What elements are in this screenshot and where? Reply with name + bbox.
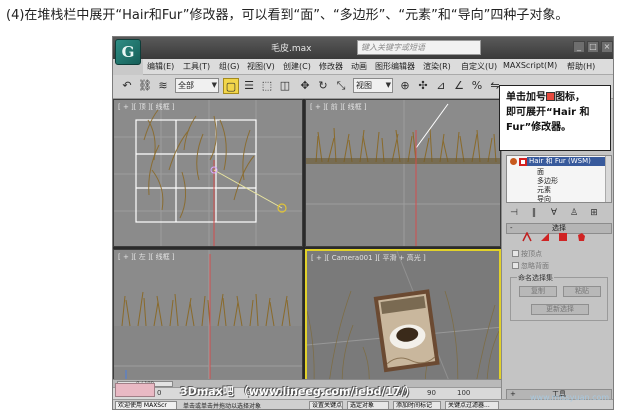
stack-item-face[interactable]: 面 xyxy=(537,168,544,177)
make-unique-icon[interactable]: ∀ xyxy=(548,207,560,219)
corner-watermark: www.missyuan.com xyxy=(530,393,610,402)
viewport-label-left: [ + ][ 左 ][ 线框 ] xyxy=(118,253,175,261)
viewport-left[interactable]: [ + ][ 左 ][ 线框 ] xyxy=(113,249,303,399)
viewport-front[interactable]: [ + ][ 前 ][ 线框 ] xyxy=(305,99,501,247)
copy-button[interactable]: 复制 xyxy=(519,286,557,297)
minimize-button[interactable]: _ xyxy=(573,41,585,53)
lightbulb-icon[interactable] xyxy=(510,158,517,165)
set-key-button[interactable]: 设置关键点 xyxy=(309,401,343,409)
chevron-down-icon: ▼ xyxy=(211,81,217,89)
by-vertex-checkbox[interactable]: 按顶点 xyxy=(512,249,542,259)
ignore-backfacing-checkbox[interactable]: 忽略背面 xyxy=(512,261,549,271)
undo-icon[interactable]: ↶ xyxy=(119,78,135,94)
move-icon[interactable]: ✥ xyxy=(297,78,313,94)
stack-item-polygon[interactable]: 多边形 xyxy=(537,177,558,186)
guide-subobject-icon[interactable] xyxy=(522,232,532,242)
subobject-selector xyxy=(516,231,602,245)
close-button[interactable]: × xyxy=(601,41,613,53)
menu-edit[interactable]: 编辑(E) xyxy=(147,61,174,72)
menu-view[interactable]: 视图(V) xyxy=(247,61,275,72)
window-title: 毛皮.max xyxy=(271,44,312,54)
status-prompt: 单击或单击并拖动以选择对象 xyxy=(183,403,262,410)
stack-scrollbar[interactable] xyxy=(605,156,611,202)
viewport-camera[interactable]: [ + ][ Camera001 ][ 平滑 + 高光 ] xyxy=(305,249,501,399)
menu-rendering[interactable]: 渲染(R) xyxy=(423,61,451,72)
plus-icon xyxy=(546,92,555,101)
viewport-label-front: [ + ][ 前 ][ 线框 ] xyxy=(310,103,367,111)
face-subobject-icon[interactable] xyxy=(540,232,550,242)
instruction-caption: (4)在堆栈栏中展开“Hair和Fur”修改器，可以看到“面”、“多边形”、“元… xyxy=(6,8,569,23)
viewport-area: [ + ][ 顶 ][ 线框 ] [+][前][线框] [+][… xyxy=(113,99,501,399)
viewport-label-camera: [ + ][ Camera001 ][ 平滑 + 高光 ] xyxy=(311,254,426,262)
app-logo-icon[interactable]: G xyxy=(115,39,141,65)
add-time-tag-button[interactable]: 添加时间标记 xyxy=(393,401,441,409)
window-crossing-icon[interactable]: ◫ xyxy=(277,78,293,94)
paste-button[interactable]: 粘贴 xyxy=(563,286,601,297)
expand-plus-icon[interactable] xyxy=(519,158,527,166)
maxscript-listener-box[interactable] xyxy=(115,383,155,397)
modifier-stack: Hair 和 Fur (WSM) 面 多边形 元素 导向 xyxy=(506,155,612,203)
3dsmax-window: 毛皮.max 键入关键字或短语 _ □ × G 编辑(E) 工具(T) 组(G)… xyxy=(112,36,614,410)
polygon-subobject-icon[interactable] xyxy=(558,232,568,242)
site-watermark: 3Dmax吧 （www.lineeg.com/iebd/17/） xyxy=(180,385,416,398)
menu-graph-editors[interactable]: 图形编辑器 xyxy=(375,61,415,72)
viewport-top[interactable]: [ + ][ 顶 ][ 线框 ] xyxy=(113,99,303,247)
camera-view-scene xyxy=(307,251,499,397)
menu-help[interactable]: 帮助(H) xyxy=(567,61,595,72)
top-view-scene xyxy=(114,100,302,246)
rotate-icon[interactable]: ↻ xyxy=(315,78,331,94)
named-selection-group: 命名选择集 复制 粘贴 更新选择 xyxy=(510,273,608,321)
search-input[interactable]: 键入关键字或短语 xyxy=(357,40,481,55)
manipulate-icon[interactable]: ✣ xyxy=(415,78,431,94)
bind-space-warp-icon[interactable]: ≋ xyxy=(155,78,171,94)
stack-item-element[interactable]: 元素 xyxy=(537,186,551,195)
front-view-scene xyxy=(306,100,500,246)
pivot-center-icon[interactable]: ⊕ xyxy=(397,78,413,94)
reference-coordinate-dropdown[interactable]: 视图 ▼ xyxy=(353,78,393,93)
remove-modifier-icon[interactable]: ♙ xyxy=(568,207,580,219)
menu-modifiers[interactable]: 修改器 xyxy=(319,61,343,72)
link-icon[interactable]: ⛓ xyxy=(137,78,153,94)
snap-toggle-icon[interactable]: ⊿ xyxy=(433,78,449,94)
title-bar: 毛皮.max 键入关键字或短语 _ □ × xyxy=(113,37,613,59)
menu-bar: 编辑(E) 工具(T) 组(G) 视图(V) 创建(C) 修改器 动画 图形编辑… xyxy=(143,59,613,75)
selected-dropdown[interactable]: 选定对象 xyxy=(347,401,389,409)
menu-maxscript[interactable]: MAXScript(M) xyxy=(503,61,557,70)
selection-filter-dropdown[interactable]: 全部 ▼ xyxy=(175,78,219,93)
stack-item-guide[interactable]: 导向 xyxy=(537,195,551,202)
configure-sets-icon[interactable]: ⊞ xyxy=(588,207,600,219)
chevron-down-icon: ▼ xyxy=(385,81,391,89)
maxscript-mini-listener[interactable]: 欢迎使用 MAXScr xyxy=(115,401,177,409)
menu-tools[interactable]: 工具(T) xyxy=(183,61,210,72)
select-object-icon[interactable]: ▢ xyxy=(223,78,239,94)
maximize-button[interactable]: □ xyxy=(587,41,599,53)
percent-snap-icon[interactable]: % xyxy=(469,78,485,94)
left-view-scene xyxy=(114,250,302,398)
key-filters-button[interactable]: 关键点过滤器... xyxy=(445,401,499,409)
tip-callout: 单击加号 图标， 即可展开“Hair 和 Fur”修改器。 xyxy=(499,85,611,151)
viewport-label-top: [ + ][ 顶 ][ 线框 ] xyxy=(118,103,175,111)
scale-icon[interactable]: ⤡ xyxy=(333,78,349,94)
show-end-result-icon[interactable]: ‖ xyxy=(528,207,540,219)
menu-animation[interactable]: 动画 xyxy=(351,61,367,72)
angle-snap-icon[interactable]: ∠ xyxy=(451,78,467,94)
menu-customize[interactable]: 自定义(U) xyxy=(461,61,497,72)
stack-item-hair-fur[interactable]: Hair 和 Fur (WSM) xyxy=(527,157,611,166)
element-subobject-icon[interactable] xyxy=(576,232,586,242)
rectangle-selection-icon[interactable]: ⬚ xyxy=(259,78,275,94)
pin-stack-icon[interactable]: ⊣ xyxy=(508,207,520,219)
menu-group[interactable]: 组(G) xyxy=(219,61,239,72)
select-by-name-icon[interactable]: ☰ xyxy=(241,78,257,94)
update-selection-button[interactable]: 更新选择 xyxy=(531,304,589,315)
stack-tools: ⊣ ‖ ∀ ♙ ⊞ xyxy=(506,207,612,221)
menu-create[interactable]: 创建(C) xyxy=(283,61,311,72)
